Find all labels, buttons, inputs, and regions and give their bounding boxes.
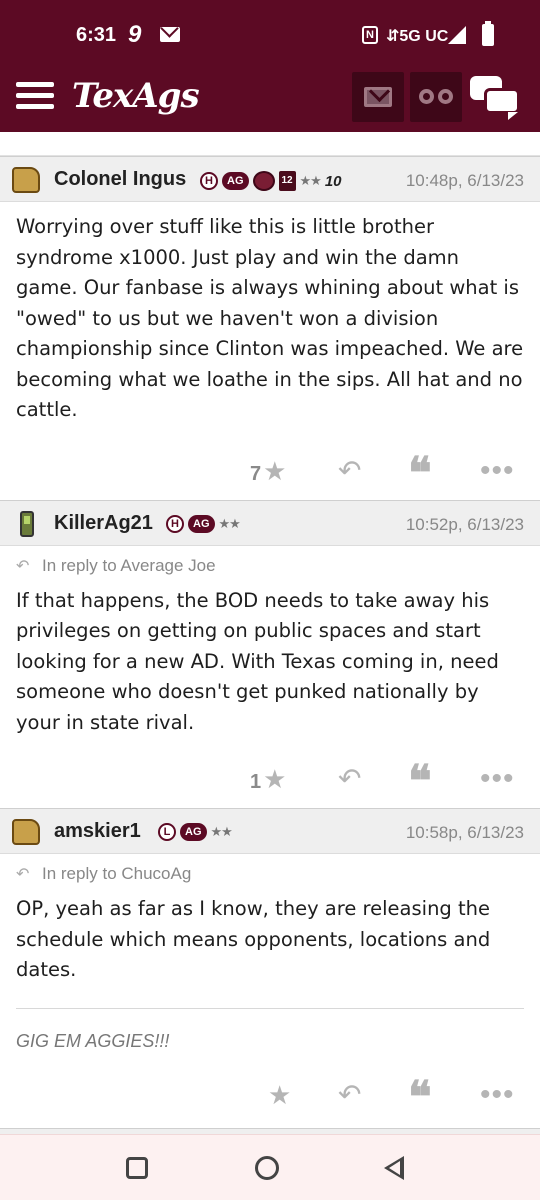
messages-button[interactable]	[352, 72, 404, 122]
star-icon: ★	[268, 1079, 292, 1110]
reply-to-text: In reply to ChucoAg	[42, 864, 192, 883]
reply-to-link[interactable]: ↶ In reply to ChucoAg	[0, 854, 540, 890]
post-body: OP, yeah as far as I know, they are rele…	[16, 897, 491, 981]
username[interactable]: amskier1	[54, 820, 141, 843]
rank-stars: ★★	[218, 515, 241, 531]
previous-post-edge	[0, 132, 540, 156]
reply-arrow-icon: ↶	[16, 866, 30, 883]
user-badges: H AG 12 ★★ 10	[200, 171, 342, 191]
quote-icon: ❝	[408, 1071, 432, 1123]
signal-icon	[448, 26, 466, 44]
network-label: ⇵5G UC	[386, 28, 449, 45]
quote-icon: ❝	[408, 447, 432, 499]
user-badges: L AG ★★	[158, 823, 233, 841]
post-body: Worrying over stuff like this is little …	[16, 215, 524, 421]
reply-arrow-icon: ↶	[16, 557, 30, 575]
star-button[interactable]: 7★	[250, 456, 286, 486]
ten-badge: 10	[324, 172, 342, 190]
username[interactable]: Colonel Ingus	[54, 168, 186, 191]
more-icon: •••	[480, 453, 515, 487]
battery-icon	[482, 21, 494, 46]
reply-button[interactable]: ↶	[338, 1078, 362, 1110]
post-timestamp: 10:52p, 6/13/23	[405, 514, 524, 534]
thread-content: Colonel Ingus H AG 12 ★★ 10 10:48p, 6/13…	[0, 132, 540, 1134]
post-actions: 1★ ↶ ❝ •••	[0, 754, 540, 808]
reply-icon: ↶	[338, 454, 362, 486]
thumbs-up-icon[interactable]	[12, 819, 40, 845]
mail-notification-icon	[160, 27, 180, 42]
thumbs-up-icon[interactable]	[12, 167, 40, 193]
system-nav-bar	[0, 1134, 540, 1200]
menu-icon[interactable]	[16, 82, 54, 112]
twelfth-man-badge-icon: 12	[278, 171, 296, 191]
post: Colonel Ingus H AG 12 ★★ 10 10:48p, 6/13…	[0, 156, 540, 500]
reply-button[interactable]: ↶	[338, 454, 362, 486]
post-header: KillerAg21 H AG ★★ 10:52p, 6/13/23	[0, 499, 540, 546]
reply-to-link[interactable]: ↶ In reply to Average Joe	[0, 546, 540, 582]
star-button[interactable]: 1★	[250, 764, 286, 794]
post-timestamp: 10:58p, 6/13/23	[405, 823, 524, 842]
username[interactable]: KillerAg21	[54, 512, 153, 535]
mail-icon	[364, 87, 392, 107]
reply-icon: ↶	[338, 763, 362, 794]
ag-badge: AG	[222, 172, 249, 190]
back-icon[interactable]	[384, 1156, 404, 1180]
post: KillerAg21 H AG ★★ 10:52p, 6/13/23 ↶ In r…	[0, 499, 540, 809]
reply-icon: ↶	[338, 1078, 362, 1110]
reply-to-text: In reply to Average Joe	[42, 555, 216, 575]
more-icon: •••	[480, 1077, 515, 1111]
quote-button[interactable]: ❝	[408, 760, 432, 804]
ag-badge: AG	[188, 514, 215, 533]
chat-icon[interactable]	[470, 76, 522, 120]
post-actions: ★ ↶ ❝ •••	[0, 1070, 540, 1124]
nfc-icon: N	[362, 26, 378, 44]
home-icon[interactable]	[255, 1156, 279, 1180]
post-timestamp: 10:48p, 6/13/23	[405, 171, 524, 190]
watch-button[interactable]	[410, 72, 462, 122]
recents-icon[interactable]	[126, 1157, 148, 1179]
binoculars-icon	[419, 89, 453, 105]
star-icon: ★	[263, 455, 287, 486]
star-count: 1	[250, 771, 262, 793]
star-icon: ★	[263, 764, 287, 794]
membership-badge: L	[158, 823, 176, 841]
seal-badge-icon	[252, 171, 275, 191]
more-button[interactable]: •••	[480, 1077, 515, 1111]
more-button[interactable]: •••	[480, 453, 515, 487]
rank-stars: ★★	[210, 824, 233, 839]
status-bar: 6:31 9 N ⇵5G UC	[0, 0, 540, 62]
star-count: 7	[250, 462, 262, 485]
status-time: 6:31	[76, 24, 117, 46]
membership-badge: H	[200, 172, 218, 190]
quote-button[interactable]: ❝	[408, 1075, 432, 1119]
post-header: amskier1 L AG ★★ 10:58p, 6/13/23	[0, 808, 540, 854]
notification-9-icon: 9	[128, 21, 142, 48]
more-icon: •••	[480, 762, 515, 795]
rank-stars: ★★	[299, 173, 322, 188]
post: amskier1 L AG ★★ 10:58p, 6/13/23 ↶ In rep…	[0, 808, 540, 1124]
user-badges: H AG ★★	[166, 514, 241, 533]
reply-button[interactable]: ↶	[338, 764, 361, 794]
ag-badge: AG	[180, 823, 207, 841]
membership-badge: H	[166, 514, 184, 533]
quote-icon: ❝	[408, 756, 432, 807]
app-header: TexAgs	[0, 62, 540, 132]
user-signature: GIG EM AGGIES!!!	[16, 1030, 170, 1051]
post-body: If that happens, the BOD needs to take a…	[16, 588, 499, 734]
texags-logo[interactable]: TexAgs	[72, 76, 200, 116]
quote-button[interactable]: ❝	[408, 451, 432, 495]
star-button[interactable]: ★	[268, 1080, 291, 1110]
post-actions: 7★ ↶ ❝ •••	[0, 446, 540, 500]
more-button[interactable]: •••	[480, 764, 515, 794]
phone-icon[interactable]	[20, 510, 34, 537]
post-header: Colonel Ingus H AG 12 ★★ 10 10:48p, 6/13…	[0, 156, 540, 202]
